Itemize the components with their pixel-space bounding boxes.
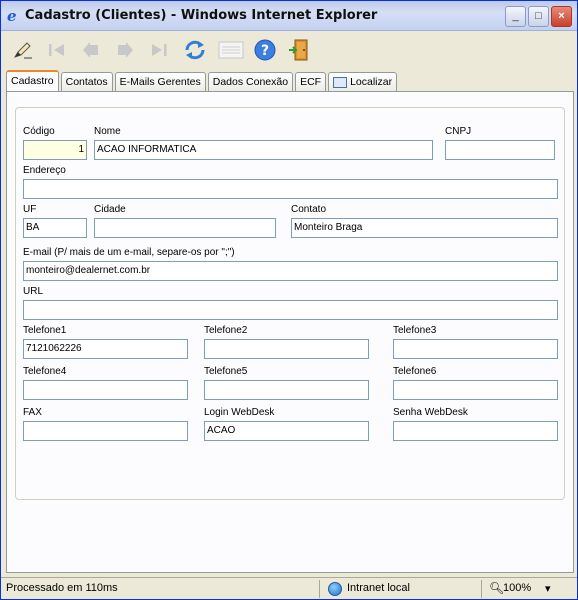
telefone4-field[interactable] [23, 380, 188, 400]
svg-text:?: ? [261, 43, 269, 59]
tab-label: Cadastro [11, 75, 54, 87]
endereco-label: Endereço [23, 165, 66, 176]
zoom-level: 100% [503, 582, 532, 594]
cidade-field[interactable] [94, 218, 276, 238]
telefone5-field[interactable] [204, 380, 369, 400]
contato-label: Contato [291, 204, 327, 215]
internet-explorer-icon: e [7, 7, 17, 25]
fax-field[interactable] [23, 421, 188, 441]
tab-label: Localizar [350, 76, 393, 88]
senha-webdesk-label: Senha WebDesk [393, 407, 468, 418]
last-record-icon[interactable] [147, 38, 171, 62]
status-divider [319, 580, 320, 598]
codigo-field[interactable]: 1 [23, 140, 87, 160]
status-divider [481, 580, 482, 598]
tab-localizar[interactable]: Localizar [328, 72, 398, 91]
help-icon[interactable]: ? [253, 38, 277, 62]
cnpj-label: CNPJ [445, 126, 472, 137]
email-field[interactable]: monteiro@dealernet.com.br [23, 261, 558, 281]
tab-label: Dados Conexão [212, 76, 289, 88]
list-view-icon[interactable] [217, 38, 245, 62]
telefone3-label: Telefone3 [393, 325, 437, 336]
telefone3-field[interactable] [393, 339, 558, 359]
chevron-down-icon[interactable]: ▾ [545, 582, 551, 595]
toolbar: ? [1, 32, 577, 68]
telefone5-label: Telefone5 [204, 366, 248, 377]
zoom-magnifier-icon: 🔍︎ [489, 581, 505, 595]
exit-door-icon[interactable] [287, 38, 311, 62]
nome-label: Nome [94, 126, 121, 137]
maximize-button[interactable]: □ [528, 6, 549, 27]
uf-field[interactable]: BA [23, 218, 87, 238]
pen-edit-icon[interactable] [11, 38, 35, 62]
client-form-group: Código 1 Nome ACAO INFORMATICA CNPJ Ende… [15, 107, 565, 500]
title-bar[interactable]: e Cadastro (Clientes) - Windows Internet… [1, 1, 577, 31]
cidade-label: Cidade [94, 204, 126, 215]
login-webdesk-field[interactable]: ACAO [204, 421, 369, 441]
cnpj-field[interactable] [445, 140, 555, 160]
endereco-field[interactable] [23, 179, 558, 199]
telefone4-label: Telefone4 [23, 366, 67, 377]
telefone1-field[interactable]: 7121062226 [23, 339, 188, 359]
tab-dados-conexao[interactable]: Dados Conexão [207, 72, 294, 91]
window-title: Cadastro (Clientes) - Windows Internet E… [25, 8, 378, 23]
tab-ecf[interactable]: ECF [295, 72, 327, 91]
tab-contatos[interactable]: Contatos [60, 72, 113, 91]
telefone6-label: Telefone6 [393, 366, 437, 377]
email-label: E-mail (P/ mais de um e-mail, separe-os … [23, 247, 235, 258]
status-text: Processado em 110ms [6, 582, 118, 594]
refresh-icon[interactable] [183, 38, 207, 62]
browser-window: e Cadastro (Clientes) - Windows Internet… [0, 0, 578, 600]
status-bar: Processado em 110ms Intranet local 🔍︎ 10… [1, 577, 577, 599]
tab-strip: Cadastro Contatos E-Mails Gerentes Dados… [6, 70, 399, 91]
nome-field[interactable]: ACAO INFORMATICA [94, 140, 433, 160]
senha-webdesk-field[interactable] [393, 421, 558, 441]
url-field[interactable] [23, 300, 558, 320]
security-zone-text: Intranet local [347, 582, 410, 594]
tab-label: E-Mails Gerentes [119, 76, 201, 88]
telefone6-field[interactable] [393, 380, 558, 400]
first-record-icon[interactable] [45, 38, 69, 62]
codigo-label: Código [23, 126, 55, 137]
tab-emails-gerentes[interactable]: E-Mails Gerentes [114, 72, 206, 91]
zoom-control[interactable]: 🔍︎ 100% ▾ [487, 578, 567, 600]
tab-label: Contatos [65, 76, 108, 88]
login-webdesk-label: Login WebDesk [204, 407, 275, 418]
next-record-icon[interactable] [113, 38, 137, 62]
telefone1-label: Telefone1 [23, 325, 67, 336]
url-label: URL [23, 286, 44, 297]
close-button[interactable]: × [551, 6, 572, 27]
search-window-icon [333, 76, 348, 88]
telefone2-label: Telefone2 [204, 325, 248, 336]
tab-cadastro[interactable]: Cadastro [6, 70, 59, 91]
tab-label: ECF [300, 76, 322, 88]
minimize-button[interactable]: _ [505, 6, 526, 27]
fax-label: FAX [23, 407, 42, 418]
uf-label: UF [23, 204, 37, 215]
globe-icon [328, 582, 342, 596]
previous-record-icon[interactable] [79, 38, 103, 62]
contato-field[interactable]: Monteiro Braga [291, 218, 558, 238]
telefone2-field[interactable] [204, 339, 369, 359]
tab-panel-cadastro: Código 1 Nome ACAO INFORMATICA CNPJ Ende… [6, 91, 574, 573]
